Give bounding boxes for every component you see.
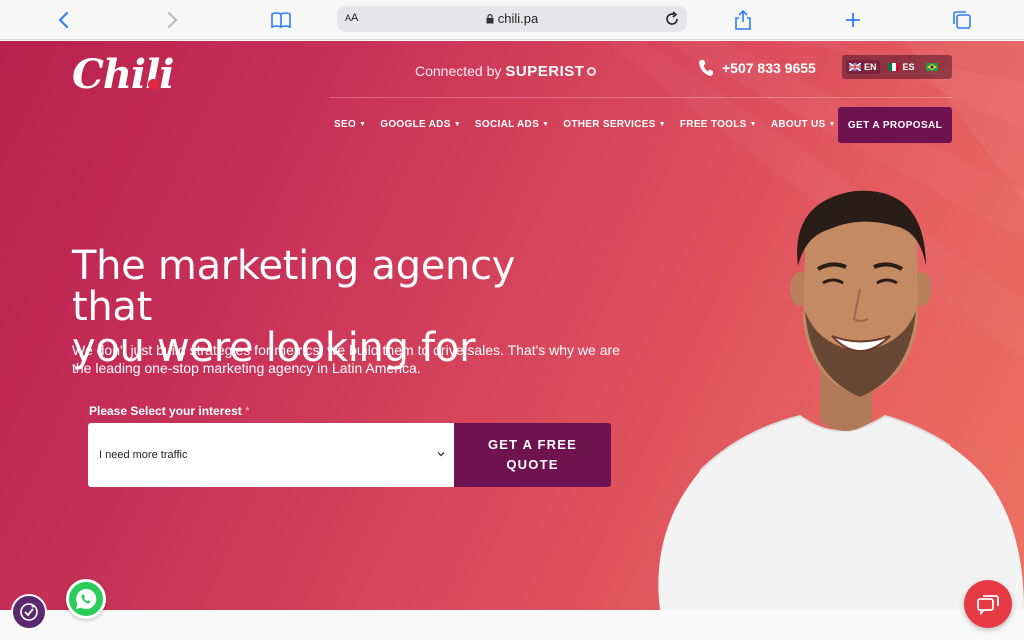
share-icon[interactable] <box>731 8 755 32</box>
browser-toolbar: AA chili.pa <box>0 0 1024 40</box>
bookmarks-icon[interactable] <box>269 8 293 32</box>
nav-label: ABOUT US <box>770 119 826 130</box>
caret-down-icon: ▼ <box>542 121 550 128</box>
chat-icon <box>977 595 999 615</box>
get-proposal-button[interactable]: GET A PROPOSAL <box>838 107 952 143</box>
nav-item-social-ads[interactable]: SOCIAL ADS ▼ <box>475 119 549 130</box>
accessibility-button[interactable] <box>11 594 47 630</box>
hero-section: Chili Connected by SUPERIST +507 833 9655… <box>0 41 1024 610</box>
chat-button[interactable] <box>964 580 1012 628</box>
caret-down-icon: ▼ <box>658 121 666 128</box>
caret-down-icon: ▼ <box>828 121 836 128</box>
hero-subtext: We don't just build strategies for metri… <box>72 342 620 376</box>
main-nav: SEO ▼ GOOGLE ADS ▼ SOCIAL ADS ▼ OTHER SERVI… <box>334 119 836 130</box>
lang-option-es[interactable]: ES <box>885 60 918 74</box>
lang-option-en[interactable]: EN <box>846 60 880 74</box>
whatsapp-icon <box>76 588 97 609</box>
get-free-quote-button[interactable]: GET A FREE QUOTE <box>454 423 611 487</box>
address-bar[interactable]: AA chili.pa <box>337 6 687 32</box>
nav-item-about-us[interactable]: ABOUT US ▼ <box>771 119 836 130</box>
connected-by-label: Connected by <box>415 63 502 79</box>
caret-down-icon: ▼ <box>749 121 757 128</box>
nav-label: SOCIAL ADS <box>474 119 540 130</box>
lang-option-pt[interactable] <box>923 61 941 73</box>
back-icon[interactable] <box>52 8 76 32</box>
connected-by: Connected by SUPERIST <box>415 63 597 80</box>
nav-label: OTHER SERVICES <box>563 119 656 130</box>
interest-select[interactable]: I need more traffic <box>88 423 454 487</box>
nav-item-other-services[interactable]: OTHER SERVICES ▼ <box>563 119 666 130</box>
header-divider <box>330 97 952 98</box>
interest-select-value: I need more traffic <box>99 449 188 461</box>
uk-flag-icon <box>849 63 861 71</box>
lang-en-label: EN <box>864 62 877 72</box>
headline-line-1: The marketing agency that <box>72 243 516 330</box>
brazil-flag-icon <box>925 63 938 71</box>
nav-item-seo[interactable]: SEO ▼ <box>334 119 366 130</box>
chili-logo[interactable]: Chili <box>72 51 175 98</box>
hero-person-image <box>658 190 1024 610</box>
url-text: chili.pa <box>497 11 539 26</box>
nav-item-free-tools[interactable]: FREE TOOLS ▼ <box>680 119 757 130</box>
new-tab-icon[interactable] <box>841 8 865 32</box>
chevron-down-icon <box>437 452 445 457</box>
page-below-hero <box>0 610 1024 640</box>
nav-label: SEO <box>334 119 357 130</box>
caret-down-icon: ▼ <box>359 121 367 128</box>
interest-label-text: Please Select your interest <box>89 404 242 418</box>
phone-icon <box>699 60 713 76</box>
accessibility-icon <box>20 603 38 621</box>
nav-label: FREE TOOLS <box>679 119 747 130</box>
superist-logo[interactable]: SUPERIST <box>505 63 584 80</box>
superist-dot-icon <box>587 67 597 76</box>
logo-pepper-icon <box>148 79 159 90</box>
nav-label: GOOGLE ADS <box>380 119 451 130</box>
lock-icon <box>486 14 494 24</box>
tabs-overview-icon[interactable] <box>950 8 974 32</box>
quote-line-2: QUOTE <box>506 457 559 472</box>
caret-down-icon: ▼ <box>453 121 461 128</box>
nav-item-google-ads[interactable]: GOOGLE ADS ▼ <box>380 119 461 130</box>
quote-line-1: GET A FREE <box>487 437 578 452</box>
whatsapp-button[interactable] <box>66 579 106 619</box>
forward-icon[interactable] <box>160 8 184 32</box>
language-switcher[interactable]: EN ES <box>842 55 952 79</box>
required-mark: * <box>245 404 250 418</box>
phone-link[interactable]: +507 833 9655 <box>698 59 816 77</box>
mexico-flag-icon <box>887 63 900 71</box>
reload-icon[interactable] <box>663 10 681 28</box>
interest-label: Please Select your interest * <box>89 404 250 418</box>
phone-number: +507 833 9655 <box>722 60 816 76</box>
lang-es-label: ES <box>902 62 915 72</box>
